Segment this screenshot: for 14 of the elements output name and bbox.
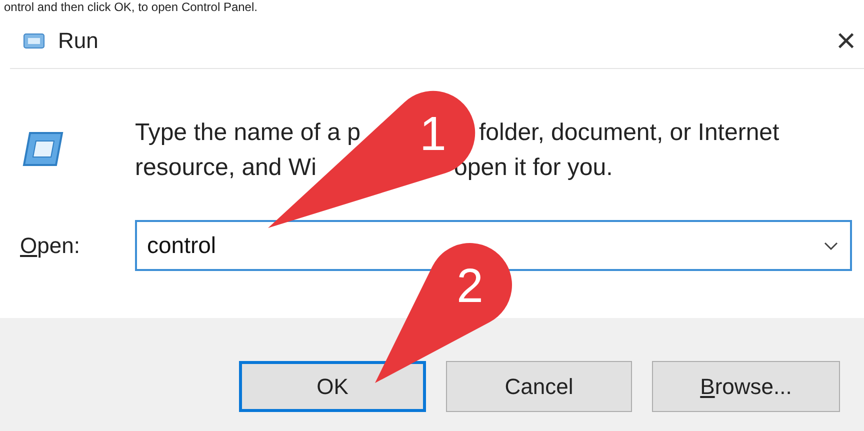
run-icon xyxy=(20,129,66,169)
dialog-button[interactable]: Cancel xyxy=(446,361,632,412)
prompt-text: resource, and Wi xyxy=(135,153,316,183)
window-title: Run xyxy=(58,28,100,54)
prompt-text: folder, document, or Internet xyxy=(479,118,780,148)
run-icon xyxy=(22,32,46,50)
dialog-button[interactable]: Browse... xyxy=(652,361,840,412)
open-label: Open: xyxy=(20,232,81,258)
caption-text: ontrol and then click OK, to open Control Panel. xyxy=(3,0,258,14)
step-number: 1 xyxy=(420,108,446,161)
ok-button[interactable]: OK xyxy=(239,361,426,412)
prompt-text: Type the name of a p xyxy=(135,118,360,148)
close-button[interactable]: × xyxy=(832,24,860,58)
chevron-down-icon[interactable] xyxy=(824,242,838,250)
